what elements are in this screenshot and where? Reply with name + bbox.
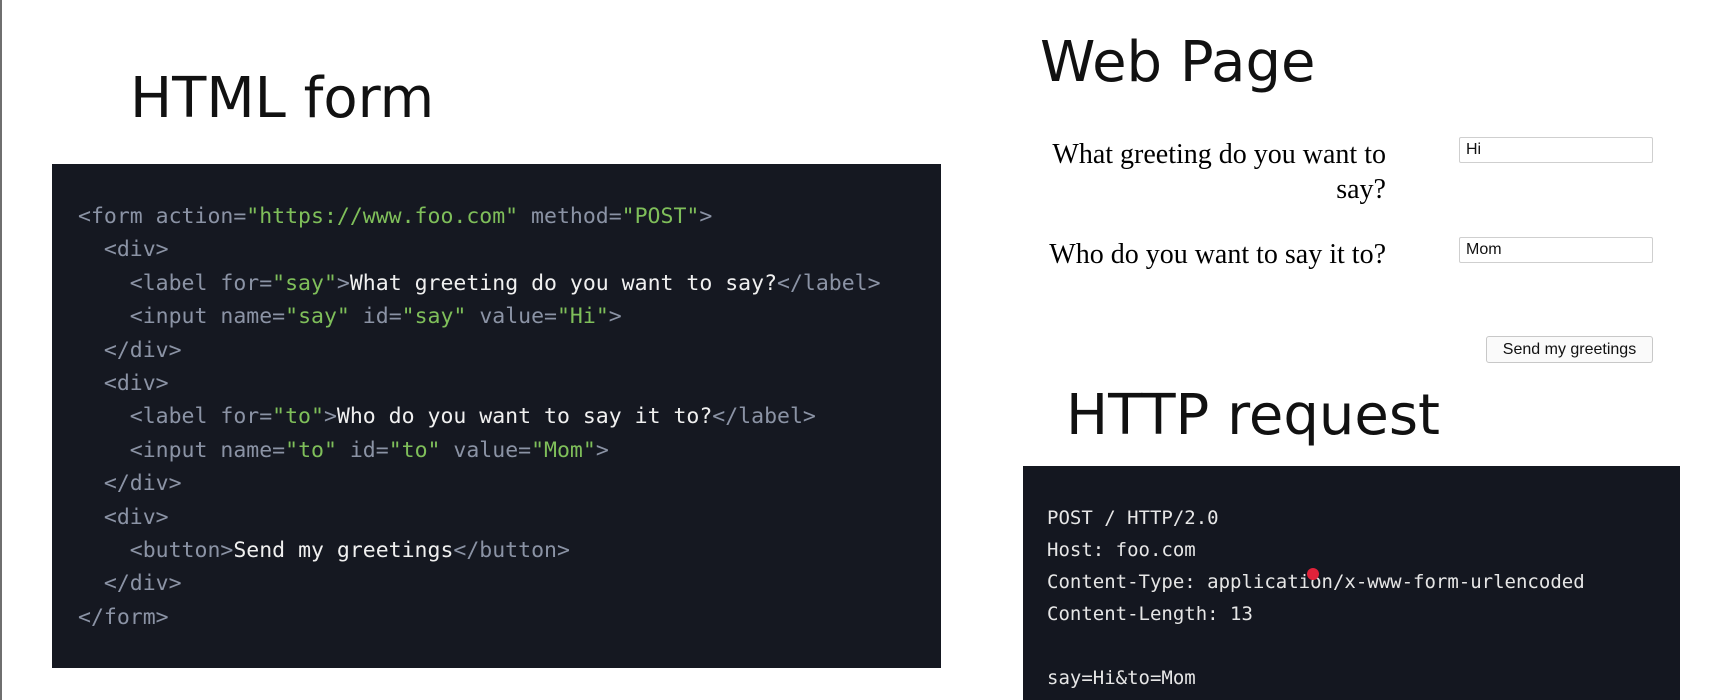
- code-token: </div>: [78, 337, 182, 363]
- code-token: "https://www.foo.com": [246, 204, 519, 229]
- code-token: What greeting do you want to say?: [349, 270, 778, 296]
- code-token: name=: [220, 304, 286, 330]
- web-page-heading: Web Page: [1040, 30, 1316, 95]
- code-line: <input name="say" id="say" value="Hi">: [78, 300, 881, 333]
- greeting-label: What greeting do you want to say?: [1052, 139, 1386, 205]
- code-token: method=: [518, 204, 622, 229]
- code-token: "say": [285, 304, 350, 330]
- code-line: <input name="to" id="to" value="Mom">: [78, 434, 881, 467]
- code-token: for=: [220, 404, 273, 430]
- code-token: action=: [155, 204, 247, 229]
- http-line: POST / HTTP/2.0: [1047, 507, 1219, 529]
- code-token: "Hi": [556, 304, 609, 330]
- http-request-heading: HTTP request: [1066, 383, 1440, 448]
- code-token: </div>: [78, 571, 182, 597]
- code-token: </label>: [712, 404, 816, 430]
- code-line: <button>Send my greetings</button>: [78, 534, 881, 567]
- recipient-input[interactable]: Mom: [1459, 237, 1653, 263]
- code-token: id=: [336, 437, 389, 463]
- http-request-panel: POST / HTTP/2.0 Host: foo.com Content-Type…: [1023, 466, 1680, 700]
- code-token: "Mom": [531, 437, 596, 463]
- code-token: >: [595, 437, 609, 463]
- code-token: "say": [272, 270, 337, 296]
- code-token: <form: [78, 204, 156, 229]
- code-token: value=: [466, 304, 557, 330]
- code-token: "POST": [621, 204, 700, 229]
- code-token: "to": [285, 437, 337, 463]
- code-token: for=: [220, 270, 273, 296]
- code-token: >: [323, 404, 337, 430]
- html-form-heading: HTML form: [130, 66, 435, 131]
- http-line: Host: foo.com: [1047, 539, 1196, 561]
- code-line: <div>: [78, 367, 881, 400]
- code-token: "to": [272, 404, 324, 430]
- code-token: </button>: [453, 537, 570, 563]
- code-token: </label>: [777, 270, 881, 296]
- code-token: <label: [78, 404, 221, 430]
- frame-edge: [0, 0, 2, 700]
- code-token: <div>: [78, 370, 169, 396]
- code-token: <div>: [78, 504, 169, 530]
- recipient-label: Who do you want to say it to?: [1049, 239, 1386, 270]
- http-line: say=Hi&to=Mom: [1047, 667, 1196, 689]
- code-token: Send my greetings: [233, 537, 454, 563]
- code-token: </div>: [78, 471, 182, 497]
- code-token: >: [608, 304, 622, 330]
- code-token: </form>: [78, 604, 169, 630]
- code-token: <input: [78, 437, 221, 463]
- code-token: <button>: [78, 537, 234, 563]
- code-line: </div>: [78, 334, 881, 367]
- code-line: <label for="to">Who do you want to say i…: [78, 400, 881, 433]
- code-line: </div>: [78, 567, 881, 600]
- code-token: <label: [78, 270, 221, 296]
- greeting-input[interactable]: Hi: [1459, 137, 1653, 163]
- code-line: </form>: [78, 601, 881, 634]
- code-line: <div>: [78, 233, 881, 266]
- code-token: Who do you want to say it to?: [336, 404, 713, 430]
- http-request-block: POST / HTTP/2.0 Host: foo.com Content-Type…: [1047, 502, 1585, 694]
- code-line: <div>: [78, 501, 881, 534]
- code-line: </div>: [78, 467, 881, 500]
- send-greetings-button[interactable]: Send my greetings: [1486, 336, 1653, 363]
- http-line: Content-Length: 13: [1047, 603, 1253, 625]
- code-token: <div>: [78, 237, 169, 263]
- http-line: [1047, 630, 1585, 662]
- code-token: name=: [220, 437, 286, 463]
- code-token: id=: [349, 304, 402, 330]
- code-token: >: [336, 270, 350, 296]
- html-code-block: <form action="https://www.foo.com" metho…: [78, 200, 881, 634]
- pointer-dot: [1307, 568, 1319, 580]
- code-token: >: [699, 204, 713, 229]
- code-line: <label for="say">What greeting do you wa…: [78, 267, 881, 300]
- code-token: value=: [440, 437, 532, 463]
- code-token: "say": [401, 304, 467, 330]
- code-token: <input: [78, 304, 221, 330]
- html-code-panel: <form action="https://www.foo.com" metho…: [52, 164, 941, 668]
- code-line: <form action="https://www.foo.com" metho…: [78, 200, 881, 233]
- code-token: "to": [388, 437, 441, 463]
